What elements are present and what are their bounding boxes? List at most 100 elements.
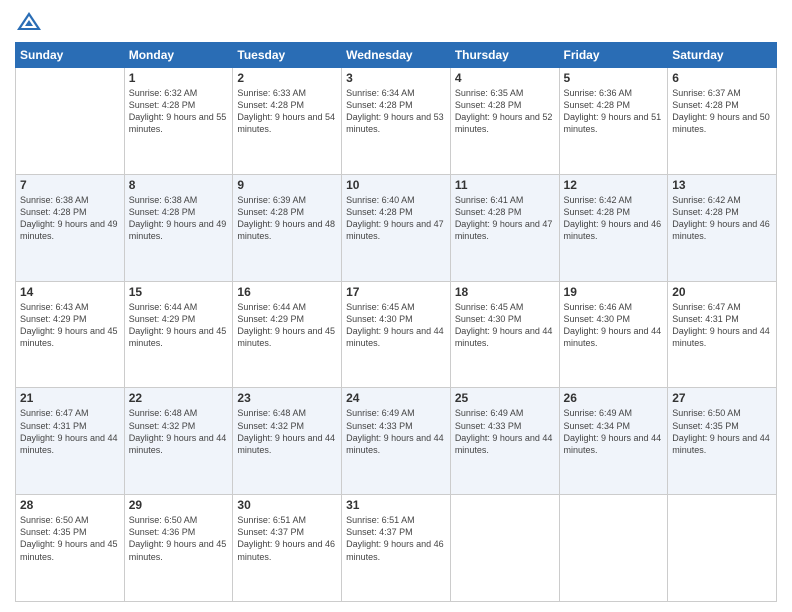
day-number: 16 <box>237 285 337 299</box>
cell-info: Sunrise: 6:49 AMSunset: 4:34 PMDaylight:… <box>564 407 664 456</box>
cell-info: Sunrise: 6:44 AMSunset: 4:29 PMDaylight:… <box>129 301 229 350</box>
cell-info: Sunrise: 6:43 AMSunset: 4:29 PMDaylight:… <box>20 301 120 350</box>
day-cell: 7 Sunrise: 6:38 AMSunset: 4:28 PMDaylight… <box>16 174 125 281</box>
day-cell: 25 Sunrise: 6:49 AMSunset: 4:33 PMDayligh… <box>450 388 559 495</box>
day-number: 25 <box>455 391 555 405</box>
day-number: 6 <box>672 71 772 85</box>
week-row-2: 7 Sunrise: 6:38 AMSunset: 4:28 PMDaylight… <box>16 174 777 281</box>
cell-info: Sunrise: 6:49 AMSunset: 4:33 PMDaylight:… <box>346 407 446 456</box>
day-number: 5 <box>564 71 664 85</box>
day-cell: 28 Sunrise: 6:50 AMSunset: 4:35 PMDayligh… <box>16 495 125 602</box>
day-cell <box>16 68 125 175</box>
day-number: 31 <box>346 498 446 512</box>
cell-info: Sunrise: 6:50 AMSunset: 4:35 PMDaylight:… <box>672 407 772 456</box>
logo <box>15 10 47 34</box>
day-cell: 31 Sunrise: 6:51 AMSunset: 4:37 PMDayligh… <box>342 495 451 602</box>
cell-info: Sunrise: 6:47 AMSunset: 4:31 PMDaylight:… <box>672 301 772 350</box>
col-header-sunday: Sunday <box>16 43 125 68</box>
day-cell: 5 Sunrise: 6:36 AMSunset: 4:28 PMDaylight… <box>559 68 668 175</box>
col-header-wednesday: Wednesday <box>342 43 451 68</box>
cell-info: Sunrise: 6:51 AMSunset: 4:37 PMDaylight:… <box>346 514 446 563</box>
day-number: 12 <box>564 178 664 192</box>
header <box>15 10 777 34</box>
cell-info: Sunrise: 6:40 AMSunset: 4:28 PMDaylight:… <box>346 194 446 243</box>
day-number: 10 <box>346 178 446 192</box>
cell-info: Sunrise: 6:48 AMSunset: 4:32 PMDaylight:… <box>237 407 337 456</box>
cell-info: Sunrise: 6:38 AMSunset: 4:28 PMDaylight:… <box>129 194 229 243</box>
page: SundayMondayTuesdayWednesdayThursdayFrid… <box>0 0 792 612</box>
day-number: 15 <box>129 285 229 299</box>
day-number: 20 <box>672 285 772 299</box>
day-cell: 10 Sunrise: 6:40 AMSunset: 4:28 PMDayligh… <box>342 174 451 281</box>
day-cell: 3 Sunrise: 6:34 AMSunset: 4:28 PMDaylight… <box>342 68 451 175</box>
day-cell: 30 Sunrise: 6:51 AMSunset: 4:37 PMDayligh… <box>233 495 342 602</box>
day-number: 8 <box>129 178 229 192</box>
day-number: 27 <box>672 391 772 405</box>
day-cell: 8 Sunrise: 6:38 AMSunset: 4:28 PMDaylight… <box>124 174 233 281</box>
day-cell: 2 Sunrise: 6:33 AMSunset: 4:28 PMDaylight… <box>233 68 342 175</box>
cell-info: Sunrise: 6:47 AMSunset: 4:31 PMDaylight:… <box>20 407 120 456</box>
calendar-table: SundayMondayTuesdayWednesdayThursdayFrid… <box>15 42 777 602</box>
day-number: 2 <box>237 71 337 85</box>
day-cell <box>559 495 668 602</box>
cell-info: Sunrise: 6:50 AMSunset: 4:35 PMDaylight:… <box>20 514 120 563</box>
header-row: SundayMondayTuesdayWednesdayThursdayFrid… <box>16 43 777 68</box>
day-cell: 17Sunrise: 6:45 AMSunset: 4:30 PMDayligh… <box>342 281 451 388</box>
day-cell: 4Sunrise: 6:35 AMSunset: 4:28 PMDaylight… <box>450 68 559 175</box>
cell-info: Sunrise: 6:35 AMSunset: 4:28 PMDaylight:… <box>455 87 555 136</box>
day-cell: 6 Sunrise: 6:37 AMSunset: 4:28 PMDaylight… <box>668 68 777 175</box>
day-cell: 9 Sunrise: 6:39 AMSunset: 4:28 PMDaylight… <box>233 174 342 281</box>
cell-info: Sunrise: 6:36 AMSunset: 4:28 PMDaylight:… <box>564 87 664 136</box>
col-header-thursday: Thursday <box>450 43 559 68</box>
day-cell: 13Sunrise: 6:42 AMSunset: 4:28 PMDayligh… <box>668 174 777 281</box>
cell-info: Sunrise: 6:46 AMSunset: 4:30 PMDaylight:… <box>564 301 664 350</box>
day-number: 18 <box>455 285 555 299</box>
day-cell: 15 Sunrise: 6:44 AMSunset: 4:29 PMDayligh… <box>124 281 233 388</box>
day-number: 23 <box>237 391 337 405</box>
week-row-4: 21 Sunrise: 6:47 AMSunset: 4:31 PMDayligh… <box>16 388 777 495</box>
day-number: 13 <box>672 178 772 192</box>
day-number: 1 <box>129 71 229 85</box>
day-number: 30 <box>237 498 337 512</box>
col-header-friday: Friday <box>559 43 668 68</box>
day-cell: 18 Sunrise: 6:45 AMSunset: 4:30 PMDayligh… <box>450 281 559 388</box>
col-header-monday: Monday <box>124 43 233 68</box>
day-number: 11 <box>455 178 555 192</box>
day-cell: 1 Sunrise: 6:32 AMSunset: 4:28 PMDaylight… <box>124 68 233 175</box>
day-number: 19 <box>564 285 664 299</box>
day-number: 14 <box>20 285 120 299</box>
day-cell: 22Sunrise: 6:48 AMSunset: 4:32 PMDayligh… <box>124 388 233 495</box>
cell-info: Sunrise: 6:33 AMSunset: 4:28 PMDaylight:… <box>237 87 337 136</box>
day-cell: 20 Sunrise: 6:47 AMSunset: 4:31 PMDayligh… <box>668 281 777 388</box>
cell-info: Sunrise: 6:37 AMSunset: 4:28 PMDaylight:… <box>672 87 772 136</box>
day-cell <box>668 495 777 602</box>
cell-info: Sunrise: 6:49 AMSunset: 4:33 PMDaylight:… <box>455 407 555 456</box>
day-cell: 16Sunrise: 6:44 AMSunset: 4:29 PMDayligh… <box>233 281 342 388</box>
cell-info: Sunrise: 6:34 AMSunset: 4:28 PMDaylight:… <box>346 87 446 136</box>
cell-info: Sunrise: 6:51 AMSunset: 4:37 PMDaylight:… <box>237 514 337 563</box>
day-cell: 21 Sunrise: 6:47 AMSunset: 4:31 PMDayligh… <box>16 388 125 495</box>
day-cell: 27 Sunrise: 6:50 AMSunset: 4:35 PMDayligh… <box>668 388 777 495</box>
logo-icon <box>15 10 43 34</box>
cell-info: Sunrise: 6:42 AMSunset: 4:28 PMDaylight:… <box>564 194 664 243</box>
cell-info: Sunrise: 6:39 AMSunset: 4:28 PMDaylight:… <box>237 194 337 243</box>
day-cell: 11Sunrise: 6:41 AMSunset: 4:28 PMDayligh… <box>450 174 559 281</box>
day-number: 21 <box>20 391 120 405</box>
cell-info: Sunrise: 6:45 AMSunset: 4:30 PMDaylight:… <box>455 301 555 350</box>
day-cell: 23 Sunrise: 6:48 AMSunset: 4:32 PMDayligh… <box>233 388 342 495</box>
day-number: 26 <box>564 391 664 405</box>
cell-info: Sunrise: 6:38 AMSunset: 4:28 PMDaylight:… <box>20 194 120 243</box>
day-cell: 12 Sunrise: 6:42 AMSunset: 4:28 PMDayligh… <box>559 174 668 281</box>
day-number: 24 <box>346 391 446 405</box>
day-number: 9 <box>237 178 337 192</box>
day-number: 7 <box>20 178 120 192</box>
cell-info: Sunrise: 6:50 AMSunset: 4:36 PMDaylight:… <box>129 514 229 563</box>
day-number: 3 <box>346 71 446 85</box>
day-number: 28 <box>20 498 120 512</box>
day-number: 22 <box>129 391 229 405</box>
week-row-1: 1 Sunrise: 6:32 AMSunset: 4:28 PMDaylight… <box>16 68 777 175</box>
day-cell: 26 Sunrise: 6:49 AMSunset: 4:34 PMDayligh… <box>559 388 668 495</box>
day-number: 17 <box>346 285 446 299</box>
col-header-tuesday: Tuesday <box>233 43 342 68</box>
cell-info: Sunrise: 6:32 AMSunset: 4:28 PMDaylight:… <box>129 87 229 136</box>
